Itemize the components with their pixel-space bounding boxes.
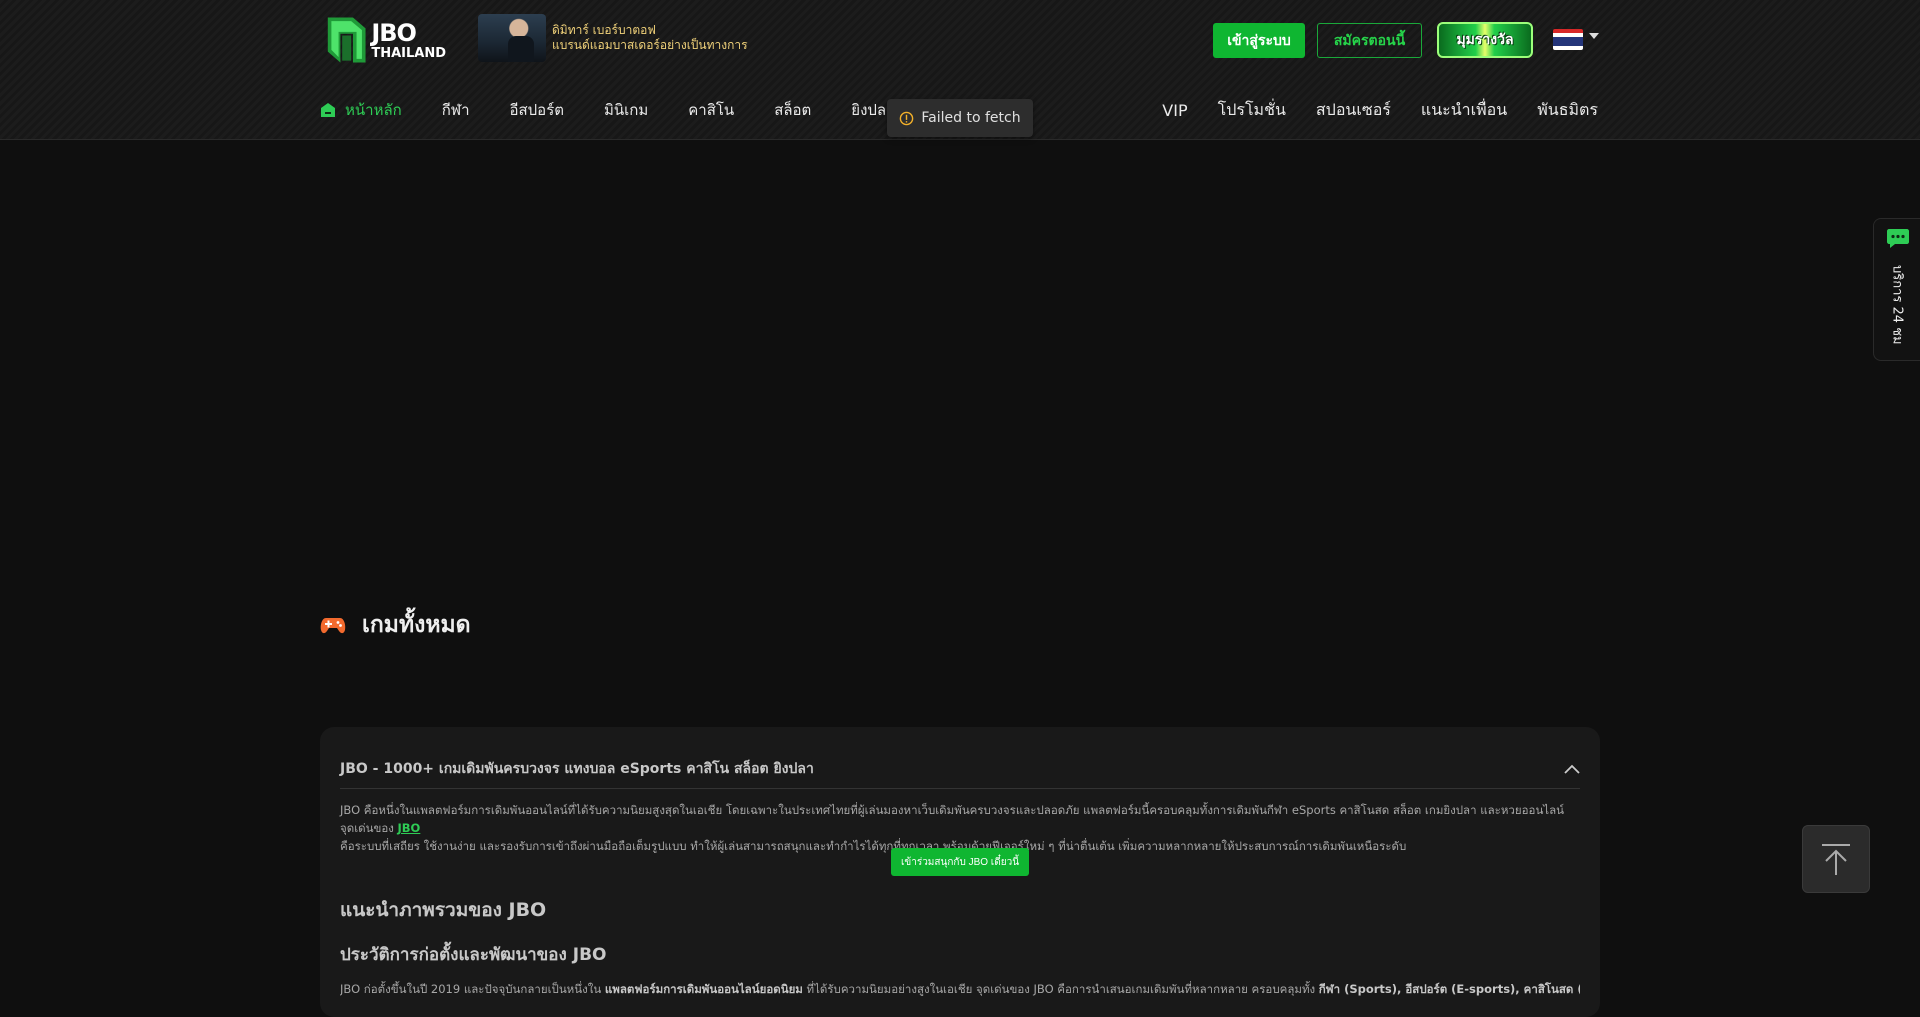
info-panel-heading: JBO - 1000+ เกมเดิมพันครบวงจร แทงบอล eSp…: [340, 760, 814, 777]
arrow-up-icon: [1822, 844, 1850, 875]
nav-item-sports[interactable]: กีฬา: [442, 98, 470, 122]
gamepad-icon: [320, 618, 346, 634]
ambassador-name: ดิมิทาร์ เบอร์บาตอฟ: [552, 23, 656, 37]
history-bold-text: แพลตฟอร์มการเดิมพันออนไลน์ยอดนิยม: [604, 982, 803, 996]
history-text-rest: ที่ได้รับความนิยมอย่างสูงในเอเชีย จุดเด่…: [802, 982, 1319, 996]
secondary-nav: VIP โปรโมชั่น สปอนเซอร์ แนะนำเพื่อน พันธ…: [1132, 96, 1598, 124]
nav-item-refer-friend[interactable]: แนะนำเพื่อน: [1421, 98, 1507, 123]
thailand-flag-icon[interactable]: [1553, 29, 1583, 50]
nav-item-partners[interactable]: พันธมิตร: [1537, 98, 1598, 123]
history-heading: ประวัติการก่อตั้งและพัฒนาของ JBO: [340, 945, 607, 965]
intro-text-line2: คือระบบที่เสถียร ใช้งานง่าย และรองรับการ…: [340, 839, 1407, 853]
chat-support-icon: [1887, 229, 1909, 248]
join-now-button[interactable]: เข้าร่วมสนุกกับ JBO เดี๋ยวนี้: [891, 848, 1029, 876]
all-games-heading: เกมทั้งหมด: [320, 607, 471, 643]
customer-service-tab[interactable]: บริการ 24 ชม: [1873, 218, 1920, 361]
intro-text: JBO คือหนึ่งในแพลตฟอร์มการเดิมพันออนไลน์…: [340, 803, 1564, 835]
logo-thailand-text: THAILAND: [371, 45, 446, 61]
history-paragraph: JBO ก่อตั้งขึ้นในปี 2019 และปัจจุบันกลาย…: [340, 981, 1580, 999]
jbo-logo[interactable]: JBO THAILAND: [326, 12, 446, 68]
overview-heading: แนะนำภาพรวมของ JBO: [340, 899, 547, 921]
login-button[interactable]: เข้าสู่ระบบ: [1213, 23, 1305, 58]
nav-item-casino[interactable]: คาสิโน: [688, 98, 734, 122]
error-toast: Failed to fetch: [887, 99, 1033, 137]
chevron-down-icon[interactable]: [1589, 33, 1599, 39]
nav-item-slots[interactable]: สล็อต: [774, 98, 811, 122]
logo-jbo-text: JBO: [371, 18, 417, 47]
info-panel-header[interactable]: JBO - 1000+ เกมเดิมพันครบวงจร แทงบอล eSp…: [340, 749, 1580, 789]
service-label: บริการ 24 ชม: [1889, 265, 1905, 345]
brand-ambassador-banner[interactable]: ดิมิทาร์ เบอร์บาตอฟ แบรนด์แอมบาสเดอร์อย่…: [478, 14, 748, 62]
nav-item-label: หน้าหลัก: [345, 101, 402, 119]
nav-item-minigames[interactable]: มินิเกม: [604, 98, 648, 122]
nav-item-home[interactable]: หน้าหลัก: [320, 98, 402, 122]
home-icon: [321, 103, 335, 117]
nav-item-vip[interactable]: VIP: [1162, 101, 1187, 120]
main-nav: หน้าหลัก กีฬา อีสปอร์ต มินิเกม คาสิโน สล…: [320, 96, 935, 124]
register-button[interactable]: สมัครตอนนี้: [1317, 23, 1422, 58]
history-bold-text-2: กีฬา (Sports), อีสปอร์ต (E-sports), คาสิ…: [1318, 982, 1580, 996]
section-title-text: เกมทั้งหมด: [362, 612, 471, 638]
reward-corner-button[interactable]: มุมรางวัล: [1437, 22, 1533, 58]
warning-icon: [900, 111, 914, 125]
ambassador-photo: [478, 14, 546, 62]
nav-item-esports[interactable]: อีสปอร์ต: [510, 98, 565, 122]
toast-message: Failed to fetch: [921, 110, 1021, 126]
jbo-logo-icon: [327, 17, 366, 63]
nav-item-promotions[interactable]: โปรโมชั่น: [1218, 98, 1286, 123]
info-panel: JBO - 1000+ เกมเดิมพันครบวงจร แทงบอล eSp…: [320, 727, 1600, 1017]
history-text: JBO ก่อตั้งขึ้นในปี 2019 และปัจจุบันกลาย…: [340, 982, 605, 996]
jbo-link[interactable]: JBO: [398, 821, 421, 835]
chevron-up-icon[interactable]: [1564, 764, 1580, 774]
nav-item-sponsors[interactable]: สปอนเซอร์: [1316, 98, 1391, 123]
info-panel-intro: JBO คือหนึ่งในแพลตฟอร์มการเดิมพันออนไลน์…: [340, 801, 1580, 855]
ambassador-title: แบรนด์แอมบาสเดอร์อย่างเป็นทางการ: [552, 38, 748, 52]
back-to-top-button[interactable]: [1802, 825, 1870, 893]
